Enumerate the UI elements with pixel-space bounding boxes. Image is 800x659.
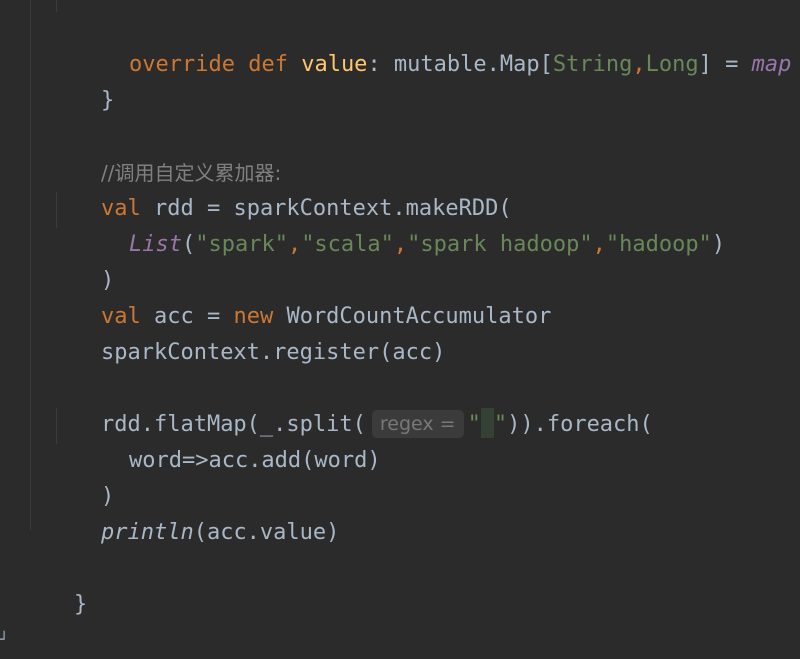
type-string: String (552, 52, 633, 77)
type-suffix: ] = (698, 52, 752, 77)
type-comma: , (632, 52, 646, 77)
code-text: (acc.value) (193, 520, 340, 545)
code-line[interactable]: word=>acc.add(word) (76, 407, 381, 473)
code-line[interactable]: sparkContext.register(acc) (48, 299, 445, 365)
code-text: sparkContext.register(acc) (100, 340, 446, 365)
parameter-hint: regex = (371, 410, 464, 438)
code-line[interactable]: override def value: mutable.Map[String,L… (76, 11, 791, 77)
code-line[interactable]: val acc = new WordCountAccumulator (48, 263, 551, 329)
closing-brace: } (73, 592, 88, 617)
indent-guide (30, 0, 31, 530)
string-quote: " (467, 412, 481, 437)
println-function: println (100, 520, 194, 545)
code-line[interactable]: //调用自定义累加器: (48, 119, 281, 185)
code-editor[interactable]: override def value: mutable.Map[String,L… (0, 0, 800, 655)
code-line[interactable]: } (21, 551, 87, 617)
string-literal: "spark" (195, 232, 288, 257)
keyword-def: def (248, 52, 288, 77)
comma: , (592, 232, 606, 257)
code-line[interactable]: println(acc.value) (48, 479, 339, 545)
type-prefix: : mutable.Map[ (367, 52, 553, 77)
comma: , (393, 232, 408, 257)
gutter-marker-icon: ┘ (0, 632, 9, 648)
highlighted-space (480, 408, 494, 438)
code-line[interactable]: ) (48, 443, 114, 509)
code-text: word=>acc.add(word) (128, 448, 381, 473)
paren: ) (711, 232, 726, 257)
paren: ( (181, 232, 196, 257)
string-quote: " (493, 412, 508, 437)
code-line[interactable]: rdd.flatMap(_.split(regex = " ")).foreach( (48, 371, 653, 438)
code-line[interactable]: val rdd = sparkContext.makeRDD( (48, 155, 512, 221)
code-line[interactable]: ) (48, 227, 114, 293)
comma: , (287, 232, 302, 257)
list-function: List (128, 232, 182, 257)
string-literal: "spark hadoop" (407, 232, 593, 257)
keyword-override: override (128, 52, 235, 77)
member-map: map (751, 52, 792, 77)
code-text: )).foreach( (507, 412, 653, 437)
string-literal: "hadoop" (605, 232, 712, 257)
closing-brace: } (100, 88, 115, 113)
code-line[interactable]: } (48, 47, 114, 113)
code-line[interactable]: List("spark","scala","spark hadoop","had… (76, 191, 725, 257)
string-literal: "scala" (301, 232, 394, 257)
method-name: value (301, 52, 368, 77)
type-long: Long (645, 52, 699, 77)
indent-guide (56, 0, 57, 12)
